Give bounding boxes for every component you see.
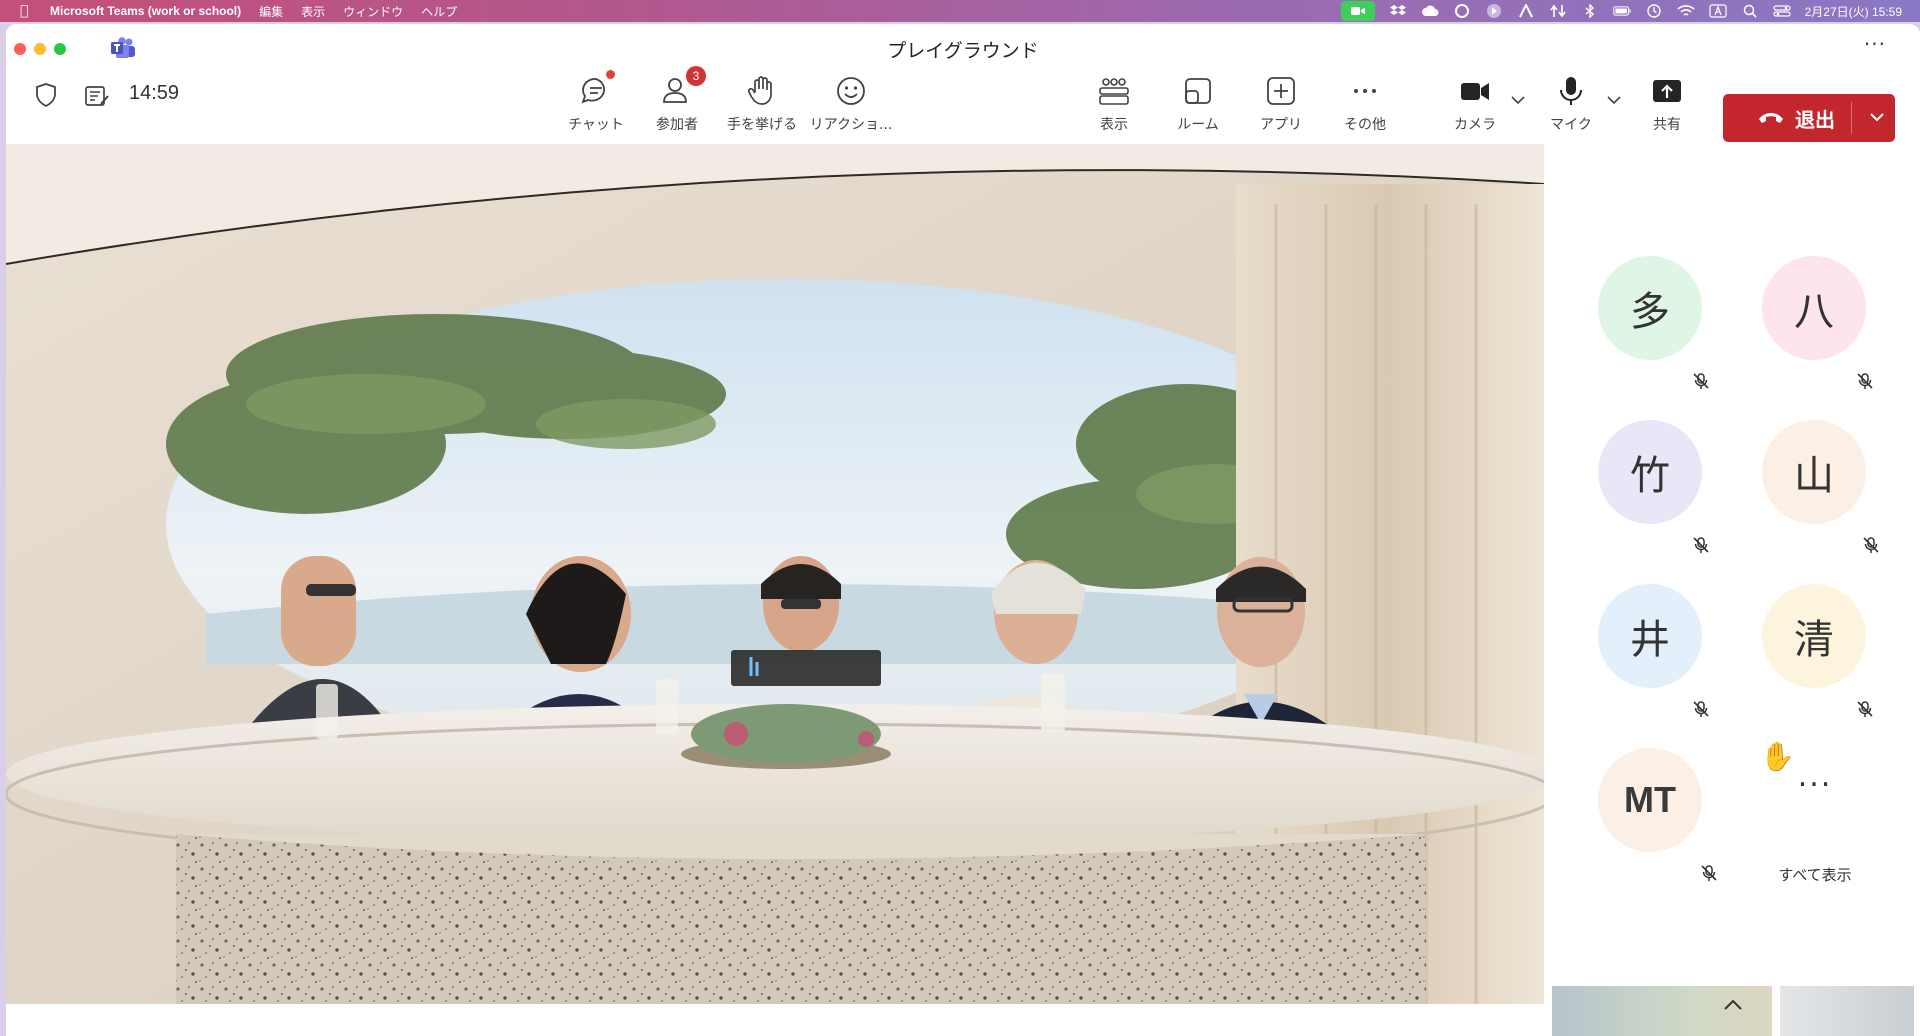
apps-label: アプリ [1260, 117, 1302, 133]
participants-button[interactable]: 3 参加者 [632, 66, 722, 148]
chat-unread-dot [606, 70, 615, 79]
video-thumbnail[interactable] [1780, 986, 1914, 1036]
muted-mic-icon [1693, 701, 1709, 717]
time-machine-icon[interactable] [1645, 4, 1663, 18]
rooms-button[interactable]: ルーム [1153, 68, 1243, 148]
menubar-item-edit[interactable]: 編集 [259, 3, 283, 20]
view-label: 表示 [1100, 117, 1128, 133]
camera-options-chevron-icon[interactable] [1510, 94, 1526, 106]
meeting-video-stage[interactable] [6, 144, 1544, 1004]
battery-icon[interactable] [1612, 4, 1631, 18]
participant-initial-2: 八 [1794, 289, 1834, 335]
hang-up-phone-icon [1759, 113, 1783, 123]
bluetooth-icon[interactable] [1581, 4, 1599, 18]
leave-options-chevron-icon[interactable] [1869, 111, 1885, 123]
creative-cloud-icon[interactable] [1453, 4, 1471, 18]
rooms-label: ルーム [1177, 117, 1219, 133]
leave-button-divider [1851, 102, 1852, 134]
chat-label: チャット [568, 117, 624, 133]
more-actions-button[interactable]: その他 [1320, 68, 1410, 148]
together-mode-scene [6, 144, 1544, 1004]
participant-initial-1: 多 [1630, 289, 1670, 335]
reactions-button[interactable]: リアクショ... [806, 68, 896, 148]
participant-initial-7: MT [1624, 779, 1676, 820]
more-horizontal-icon [1348, 74, 1382, 108]
microphone-button[interactable]: マイク [1526, 68, 1616, 148]
network-icon[interactable] [1549, 4, 1567, 18]
hand-icon [745, 74, 779, 108]
leave-meeting-button[interactable]: 退出 [1723, 94, 1895, 142]
camera-label: カメラ [1454, 117, 1496, 133]
more-actions-label: その他 [1344, 117, 1386, 133]
cloud-icon[interactable] [1421, 4, 1439, 18]
participant-initial-4: 山 [1794, 453, 1834, 499]
view-layout-icon [1097, 74, 1131, 108]
participant-initial-3: 竹 [1630, 453, 1670, 499]
share-button[interactable]: 共有 [1622, 68, 1712, 148]
menubar-clock[interactable]: 2月27日(火) 15:59 [1805, 3, 1902, 20]
muted-mic-icon [1863, 537, 1879, 553]
wifi-icon[interactable] [1677, 4, 1695, 18]
raise-hand-label: 手を挙げる [727, 117, 797, 133]
input-source-icon[interactable] [1709, 4, 1727, 18]
apple-icon[interactable]:  [20, 3, 36, 19]
acrobat-icon[interactable] [1517, 4, 1535, 18]
muted-mic-icon [1701, 865, 1717, 881]
raise-hand-button[interactable]: 手を挙げる [717, 68, 807, 148]
chevron-up-icon[interactable] [1722, 998, 1744, 1012]
participant-initial-6: 清 [1794, 617, 1834, 663]
menubar-item-help[interactable]: ヘルプ [421, 3, 457, 20]
window-titlebar: プレイグラウンド ··· [6, 24, 1920, 68]
muted-mic-icon [1857, 373, 1873, 389]
participant-avatar-4[interactable]: 山 [1762, 420, 1866, 524]
apps-button[interactable]: アプリ [1236, 68, 1326, 148]
dropbox-icon[interactable] [1389, 4, 1407, 18]
share-screen-icon [1650, 74, 1684, 108]
more-participants-button[interactable]: ... [1762, 746, 1868, 806]
chat-icon [579, 70, 615, 108]
menubar-app-name[interactable]: Microsoft Teams (work or school) [50, 4, 241, 18]
shield-icon[interactable] [34, 82, 58, 108]
view-button[interactable]: 表示 [1069, 68, 1159, 148]
play-circle-icon[interactable] [1485, 4, 1503, 18]
participant-avatar-6[interactable]: 清 [1762, 584, 1866, 688]
muted-mic-icon [1693, 373, 1709, 389]
show-all-participants-link[interactable]: すべて表示 [1762, 864, 1868, 885]
participant-avatar-3[interactable]: 竹 [1598, 420, 1702, 524]
smiley-icon [834, 74, 868, 108]
menubar-status-area: 2月27日(火) 15:59 [1340, 0, 1902, 22]
participant-avatar-5[interactable]: 井 [1598, 584, 1702, 688]
microphone-icon [1554, 74, 1588, 108]
menubar-item-window[interactable]: ウィンドウ [343, 3, 403, 20]
participant-avatar-1[interactable]: 多 [1598, 256, 1702, 360]
leave-label: 退出 [1795, 107, 1835, 132]
breakout-rooms-icon [1181, 74, 1215, 108]
camera-button[interactable]: カメラ [1430, 68, 1520, 148]
meeting-title: プレイグラウンド [887, 40, 1039, 62]
add-app-icon [1264, 74, 1298, 108]
participants-count-badge: 3 [686, 66, 706, 86]
video-camera-icon [1458, 74, 1492, 108]
reactions-label: リアクショ... [809, 117, 893, 133]
muted-mic-icon [1857, 701, 1873, 717]
thumbnail-gap [1772, 986, 1780, 1036]
microphone-label: マイク [1550, 117, 1592, 133]
participants-icon: 3 [660, 66, 706, 108]
macos-menubar:  Microsoft Teams (work or school) 編集 表示… [0, 0, 1920, 22]
participants-label: 参加者 [656, 117, 698, 133]
participant-avatar-7[interactable]: MT [1598, 748, 1702, 852]
spotlight-search-icon[interactable] [1741, 4, 1759, 18]
chat-button[interactable]: チャット [551, 68, 641, 148]
meeting-notes-icon[interactable] [84, 84, 110, 108]
control-center-icon[interactable] [1773, 4, 1791, 18]
microphone-options-chevron-icon[interactable] [1606, 94, 1622, 106]
window-more-options-icon[interactable]: ··· [1864, 32, 1886, 56]
participant-initial-5: 井 [1630, 617, 1670, 663]
camera-in-use-icon[interactable] [1340, 1, 1375, 21]
menubar-item-view[interactable]: 表示 [301, 3, 325, 20]
participant-avatar-2[interactable]: 八 [1762, 256, 1866, 360]
share-label: 共有 [1653, 117, 1681, 133]
meeting-timer: 14:59 [129, 82, 180, 104]
muted-mic-icon [1693, 537, 1709, 553]
